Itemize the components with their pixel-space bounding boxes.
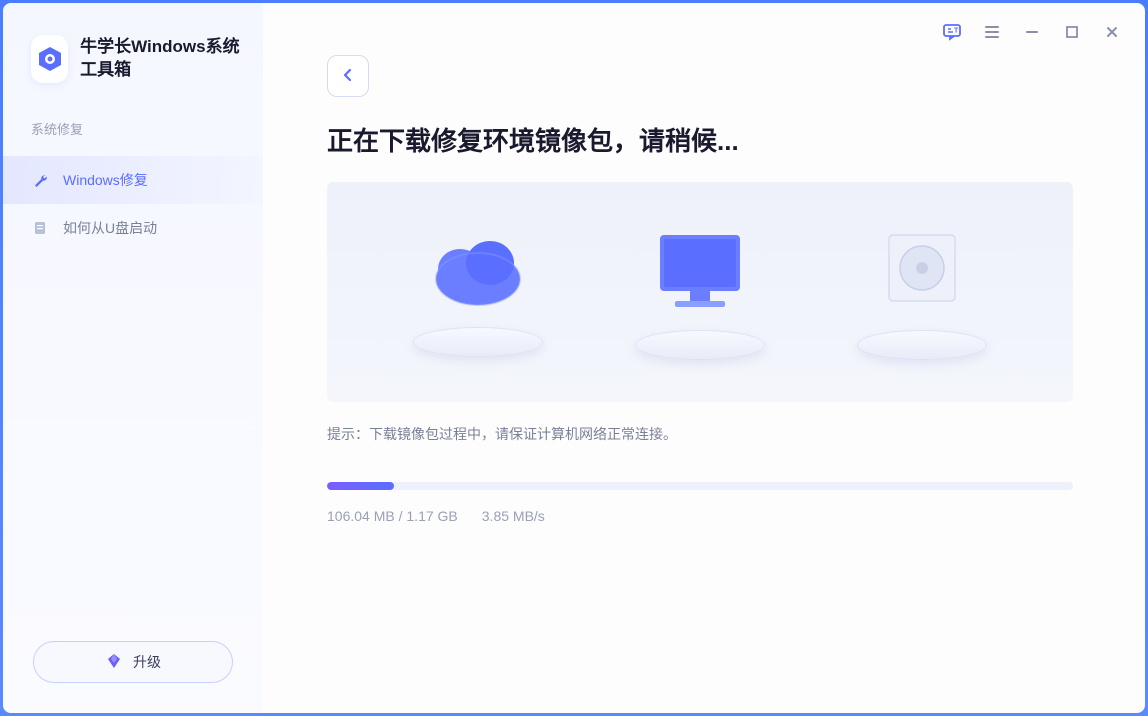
main-content: T 正在下载修复环境镜像包，请稍候... (263, 3, 1145, 713)
progress-fill (327, 482, 394, 490)
close-button[interactable] (1101, 21, 1123, 43)
chevron-left-icon (340, 67, 356, 86)
progress-speed: 3.85 MB/s (482, 508, 545, 524)
cloud-icon (413, 227, 543, 357)
progress-bar (327, 482, 1073, 490)
hint-body: 下载镜像包过程中，请保证计算机网络正常连接。 (369, 426, 677, 442)
app-logo-icon (31, 35, 68, 83)
diamond-icon (105, 652, 123, 673)
hint-prefix: 提示： (327, 426, 369, 442)
sidebar-item-usb-boot[interactable]: 如何从U盘启动 (3, 204, 263, 252)
hint-text: 提示：下载镜像包过程中，请保证计算机网络正常连接。 (327, 424, 1073, 444)
titlebar: T (941, 21, 1123, 43)
app-window: 牛学长Windows系统工具箱 系统修复 Windows修复 如何从U盘启动 (3, 3, 1145, 713)
upgrade-label: 升级 (133, 652, 161, 672)
sidebar-section-label: 系统修复 (3, 119, 263, 138)
sidebar-item-label: 如何从U盘启动 (63, 218, 157, 238)
menu-button[interactable] (981, 21, 1003, 43)
logo-area: 牛学长Windows系统工具箱 (3, 35, 263, 83)
disc-icon (857, 225, 987, 360)
svg-text:T: T (954, 28, 959, 35)
download-illustration (327, 182, 1073, 402)
progress-info: 106.04 MB / 1.17 GB 3.85 MB/s (327, 508, 1073, 524)
document-icon (31, 219, 49, 237)
sidebar-item-windows-repair[interactable]: Windows修复 (3, 156, 263, 204)
monitor-icon (635, 225, 765, 360)
app-title: 牛学长Windows系统工具箱 (80, 36, 243, 82)
sidebar: 牛学长Windows系统工具箱 系统修复 Windows修复 如何从U盘启动 (3, 3, 263, 713)
progress-size: 106.04 MB / 1.17 GB (327, 508, 458, 524)
maximize-button[interactable] (1061, 21, 1083, 43)
feedback-button[interactable]: T (941, 21, 963, 43)
wrench-icon (31, 171, 49, 189)
upgrade-button[interactable]: 升级 (33, 641, 233, 683)
back-button[interactable] (327, 55, 369, 97)
minimize-button[interactable] (1021, 21, 1043, 43)
page-title: 正在下载修复环境镜像包，请稍候... (327, 121, 1073, 158)
sidebar-item-label: Windows修复 (63, 170, 148, 190)
